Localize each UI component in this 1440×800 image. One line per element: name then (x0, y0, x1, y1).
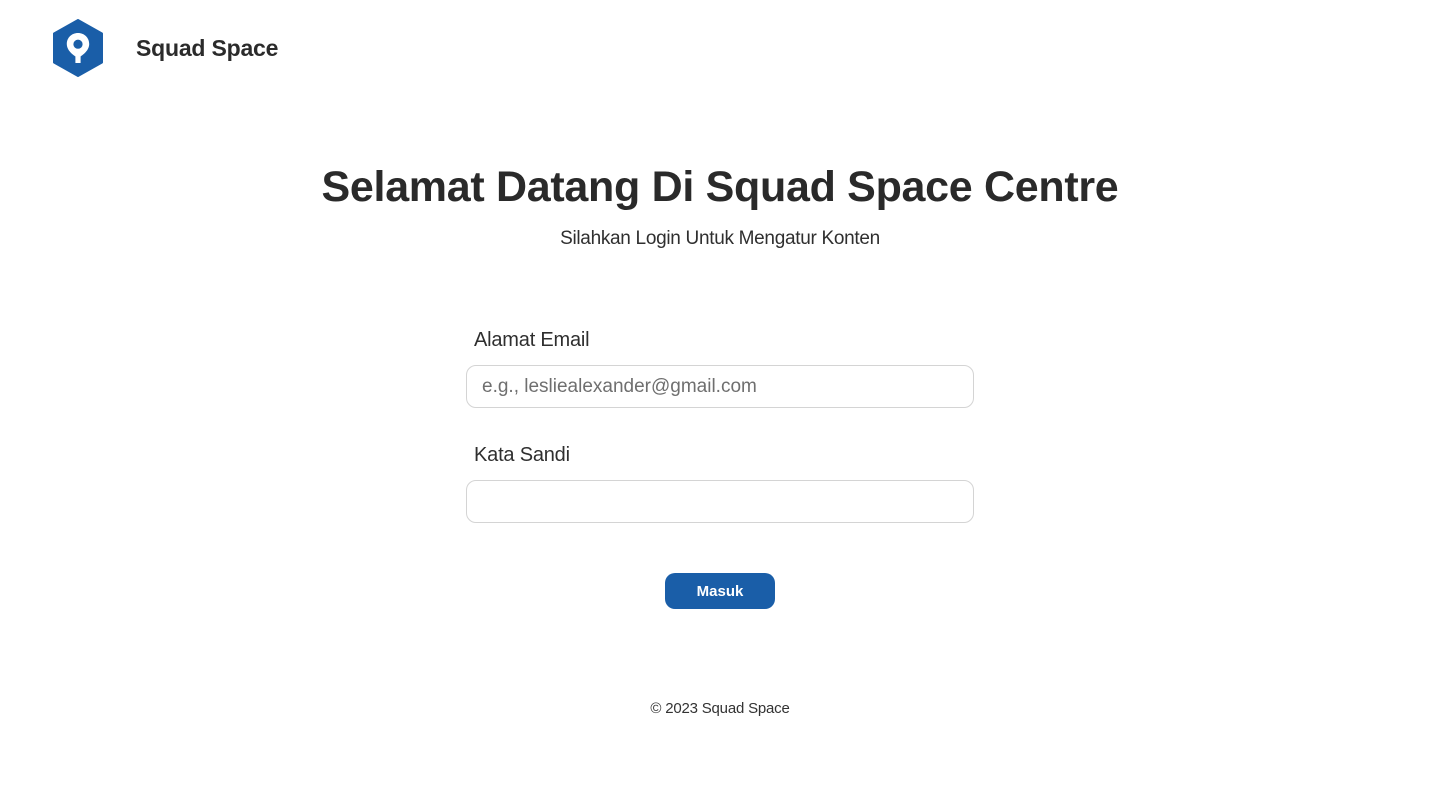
password-label: Kata Sandi (474, 444, 570, 466)
password-field[interactable] (466, 480, 974, 523)
email-label: Alamat Email (474, 329, 590, 351)
brand-name: Squad Space (136, 34, 279, 61)
footer-copyright: © 2023 Squad Space (650, 700, 790, 717)
location-pin-hexagon-icon[interactable] (52, 19, 104, 77)
email-field[interactable] (466, 365, 974, 408)
page-subtitle: Silahkan Login Untuk Mengatur Konten (560, 228, 880, 249)
login-form: Alamat Email Kata Sandi (466, 326, 974, 523)
login-button[interactable]: Masuk (665, 573, 775, 609)
page-title: Selamat Datang Di Squad Space Centre (321, 163, 1119, 211)
header: Squad Space (52, 19, 278, 77)
login-page: Squad Space Selamat Datang Di Squad Spac… (0, 0, 1440, 800)
